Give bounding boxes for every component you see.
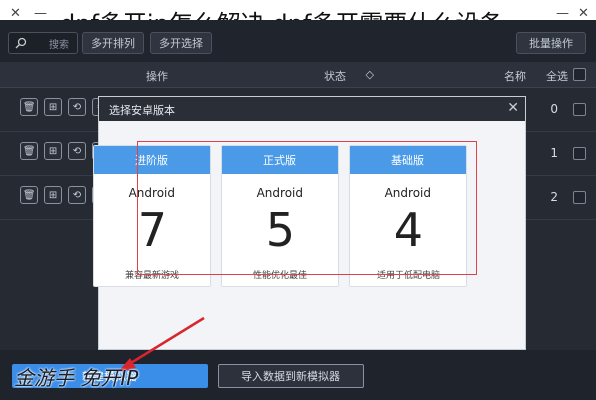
batch-operation-label: 批量操作 <box>529 37 573 50</box>
app-store-icon[interactable]: ⊞ <box>44 186 62 204</box>
sync-icon[interactable]: ⟳ <box>68 186 86 204</box>
search-icon <box>15 37 27 49</box>
card-os-label: Android <box>128 186 176 200</box>
row-index: 1 <box>550 146 558 160</box>
toolbar: 批量操作 多开选择 多开排列 搜索 <box>0 20 596 62</box>
multi-select-button[interactable]: 多开选择 <box>150 32 212 54</box>
delete-icon[interactable]: 🗑 <box>20 98 38 116</box>
delete-icon[interactable]: 🗑 <box>20 142 38 160</box>
dialog-header: ✕ 选择安卓版本 <box>99 97 525 121</box>
dialog-close-icon[interactable]: ✕ <box>507 100 519 116</box>
sort-icon[interactable]: ◇ <box>366 68 374 81</box>
batch-operation-button[interactable]: 批量操作 <box>516 32 586 54</box>
search-placeholder: 搜索 <box>49 40 69 51</box>
emulator-manager-window: 批量操作 多开选择 多开排列 搜索 全选 名称 状态 ◇ 操作 0 ⚙ ⟳ ⊞ … <box>0 20 596 400</box>
multi-sort-button[interactable]: 多开排列 <box>82 32 144 54</box>
card-version-number: 5 <box>265 203 295 257</box>
delete-icon[interactable]: 🗑 <box>20 186 38 204</box>
android-version-dialog: ✕ 选择安卓版本 基础版 Android 4 适用于低配电脑 正式版 Andro… <box>93 96 526 350</box>
card-tier-label: 正式版 <box>263 154 297 167</box>
watermark-text: 金游手 免开IP <box>14 366 139 390</box>
app-store-icon[interactable]: ⊞ <box>44 98 62 116</box>
card-os-label: Android <box>384 186 432 200</box>
select-all-label: 全选 <box>546 70 568 83</box>
version-card-standard[interactable]: 正式版 Android 5 性能优化最佳 <box>221 145 339 287</box>
multi-select-label: 多开选择 <box>159 37 203 50</box>
card-description: 性能优化最佳 <box>253 271 308 281</box>
row-index: 0 <box>550 102 558 116</box>
card-version-number: 4 <box>393 203 423 257</box>
sync-icon[interactable]: ⟳ <box>68 142 86 160</box>
multi-sort-label: 多开排列 <box>91 37 135 50</box>
search-input[interactable]: 搜索 <box>8 32 78 54</box>
dialog-title: 选择安卓版本 <box>109 104 175 117</box>
import-data-label: 导入数据到新模拟器 <box>241 370 341 383</box>
card-description: 适用于低配电脑 <box>376 271 440 281</box>
version-card-advanced[interactable]: 进阶版 Android 7 兼容最新游戏 <box>93 145 211 287</box>
app-store-icon[interactable]: ⊞ <box>44 142 62 160</box>
card-os-label: Android <box>256 186 304 200</box>
row-checkbox[interactable] <box>573 191 586 204</box>
table-header: 全选 名称 状态 ◇ 操作 <box>0 62 596 88</box>
sync-icon[interactable]: ⟳ <box>68 98 86 116</box>
actions-column-header: 操作 <box>146 70 168 83</box>
card-description: 兼容最新游戏 <box>125 271 180 281</box>
card-version-number: 7 <box>137 203 167 257</box>
import-data-button[interactable]: 导入数据到新模拟器 <box>218 364 364 388</box>
row-checkbox[interactable] <box>573 147 586 160</box>
select-all-checkbox[interactable] <box>573 68 586 81</box>
name-column-header: 名称 <box>504 70 526 83</box>
card-tier-label: 基础版 <box>391 154 425 167</box>
row-checkbox[interactable] <box>573 103 586 116</box>
row-index: 2 <box>550 190 558 204</box>
version-card-basic[interactable]: 基础版 Android 4 适用于低配电脑 <box>349 145 467 287</box>
card-tier-label: 进阶版 <box>135 154 169 167</box>
status-column-header: 状态 <box>324 70 346 83</box>
